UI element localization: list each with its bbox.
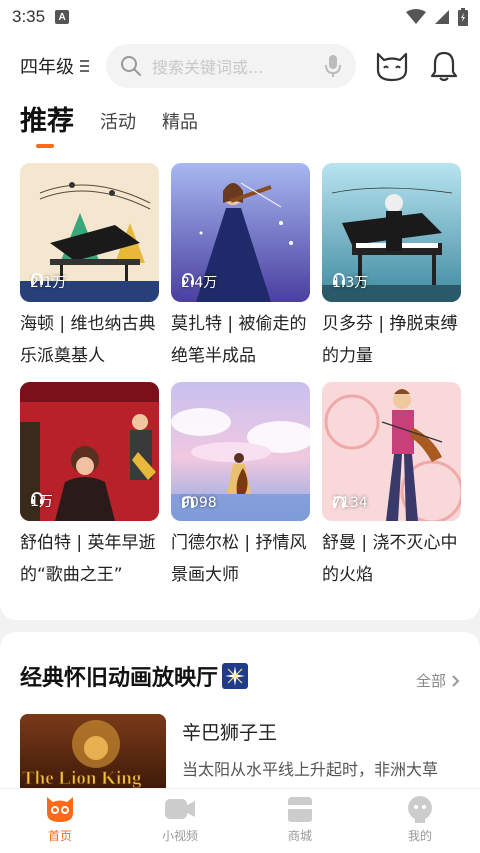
bottom-nav: 首页 小视频 商城 我的	[0, 788, 480, 853]
movie-poster[interactable]: The Lion King	[20, 714, 166, 794]
movie-title[interactable]: 辛巴狮子王	[182, 718, 277, 745]
menu-lines-icon	[80, 60, 89, 72]
course-grid: 2.1万 海顿 | 维也纳古典乐派奠基人 2.4万 莫扎特 | 被偷走的绝笔半成…	[20, 163, 461, 591]
course-title: 舒曼 | 浇不灭心中的火焰	[322, 533, 458, 585]
tab-activity[interactable]: 活动	[100, 108, 136, 144]
status-bar: 3:35 A	[0, 0, 480, 34]
nav-home[interactable]: 首页	[0, 789, 120, 853]
course-card[interactable]: 9098 门德尔松 | 抒情风景画大师	[171, 382, 310, 591]
course-thumbnail: 2.1万	[20, 163, 159, 302]
section-title: 经典怀旧动画放映厅	[20, 660, 249, 692]
profile-icon	[408, 796, 432, 823]
view-all-link[interactable]: 全部	[416, 670, 460, 691]
play-count: 1.3万	[332, 272, 368, 292]
grade-selector[interactable]: 四年级	[20, 53, 89, 79]
search-icon	[121, 56, 141, 76]
course-title: 门德尔松 | 抒情风景画大师	[171, 533, 307, 585]
bell-icon[interactable]	[426, 48, 462, 84]
movie-description: 当太阳从水平线上升起时，非洲大草	[182, 760, 439, 779]
play-count: 2.1万	[30, 272, 66, 292]
nav-shop-label: 商城	[287, 829, 312, 843]
nav-short-video[interactable]: 小视频	[120, 789, 240, 853]
headphone-icon	[333, 273, 345, 285]
play-count: 9098	[181, 495, 217, 511]
nav-short-video-label: 小视频	[161, 829, 198, 843]
course-title: 舒伯特 | 英年早逝的“歌曲之王”	[20, 533, 156, 585]
play-count: 1万	[30, 491, 53, 511]
course-card[interactable]: 1万 舒伯特 | 英年早逝的“歌曲之王”	[20, 382, 159, 591]
status-time: 3:35	[12, 7, 46, 26]
mic-icon[interactable]	[324, 54, 342, 78]
course-card[interactable]: 1.3万 贝多芬 | 挣脱束缚的力量	[322, 163, 461, 372]
notification-icon: A	[55, 10, 70, 24]
nav-profile[interactable]: 我的	[360, 789, 480, 853]
play-count: 7134	[332, 495, 368, 511]
nav-profile-label: 我的	[407, 829, 432, 843]
video-icon	[165, 799, 195, 819]
movie-poster-title: The Lion King	[22, 768, 142, 789]
headphone-icon	[182, 273, 194, 285]
course-thumbnail: 1.3万	[322, 163, 461, 302]
course-thumbnail: 7134	[322, 382, 461, 521]
view-all-label: 全部	[415, 672, 446, 690]
battery-icon	[458, 8, 468, 26]
sparkle-icon	[222, 663, 249, 689]
course-title: 贝多芬 | 挣脱束缚的力量	[322, 314, 458, 366]
status-icons	[406, 8, 468, 26]
play-count: 2.4万	[181, 272, 217, 292]
course-card[interactable]: 7134 舒曼 | 浇不灭心中的火焰	[322, 382, 461, 591]
signal-icon	[435, 10, 449, 24]
search-input[interactable]: 搜索关键词或...	[152, 54, 324, 78]
search-bar[interactable]: 搜索关键词或...	[106, 44, 356, 88]
chevron-right-icon	[452, 674, 460, 687]
tab-premium[interactable]: 精品	[162, 108, 198, 144]
nav-shop[interactable]: 商城	[240, 789, 360, 853]
section-title-text: 经典怀旧动画放映厅	[20, 666, 219, 691]
course-card[interactable]: 2.4万 莫扎特 | 被偷走的绝笔半成品	[171, 163, 310, 372]
tab-recommend[interactable]: 推荐	[20, 99, 74, 148]
grade-label: 四年级	[20, 57, 74, 78]
wifi-icon	[406, 9, 426, 24]
nav-home-label: 首页	[47, 829, 72, 843]
course-title: 海顿 | 维也纳古典乐派奠基人	[20, 314, 156, 366]
course-thumbnail: 2.4万	[171, 163, 310, 302]
headphone-icon	[333, 496, 345, 508]
headphone-icon	[182, 496, 194, 508]
recommend-panel: 四年级 搜索关键词或... 推荐 活动 精品 2.1万 海顿 | 维也纳古典乐派…	[0, 34, 480, 620]
headphone-icon	[31, 492, 43, 504]
shop-icon	[288, 797, 312, 822]
course-thumbnail: 9098	[171, 382, 310, 521]
headphone-icon	[31, 273, 43, 285]
category-tabs: 推荐 活动 精品	[20, 96, 198, 148]
header: 四年级 搜索关键词或...	[0, 40, 480, 92]
cat-icon[interactable]	[374, 48, 410, 84]
course-title: 莫扎特 | 被偷走的绝笔半成品	[171, 314, 307, 366]
owl-icon	[47, 797, 73, 822]
course-card[interactable]: 2.1万 海顿 | 维也纳古典乐派奠基人	[20, 163, 159, 372]
course-thumbnail: 1万	[20, 382, 159, 521]
